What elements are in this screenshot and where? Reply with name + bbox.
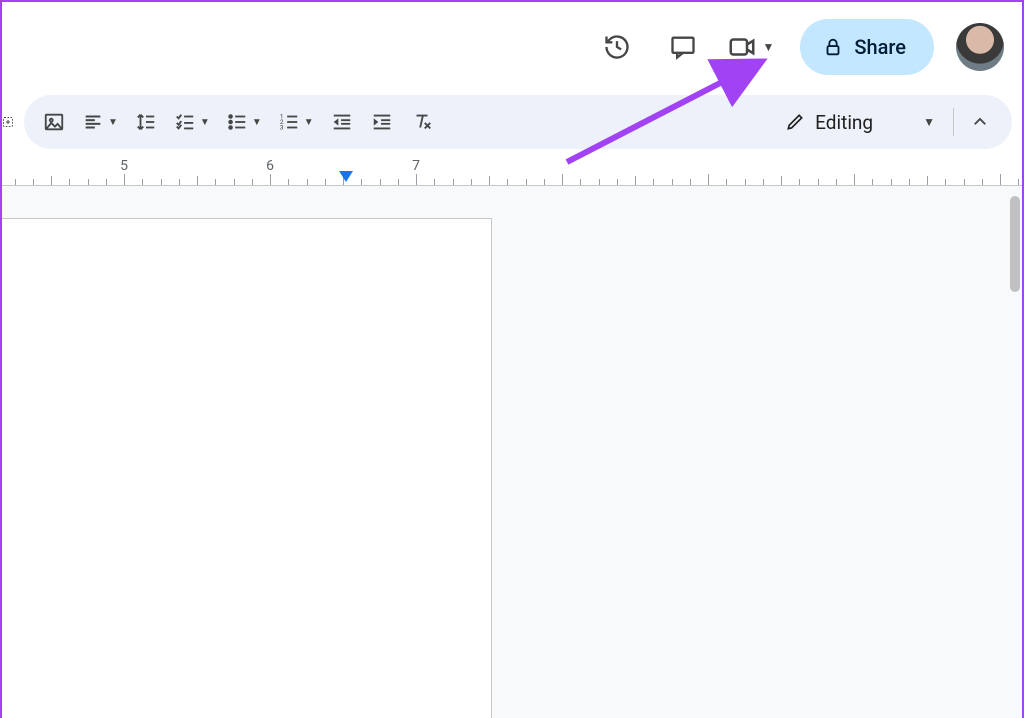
numbered-list-icon: 1 2 3 — [278, 111, 300, 133]
titlebar: ▼ Share — [2, 2, 1022, 92]
lock-icon — [822, 36, 844, 58]
video-camera-icon — [727, 32, 757, 62]
caret-down-icon: ▼ — [923, 115, 935, 129]
caret-down-icon: ▼ — [304, 117, 314, 128]
clear-formatting-icon — [411, 111, 433, 133]
toolbar-row: ▼ ▼ ▼ 1 — [2, 92, 1022, 152]
comments-button[interactable] — [661, 25, 705, 69]
collapse-toolbar-button[interactable] — [962, 104, 998, 140]
bulleted-list-icon — [226, 111, 248, 133]
document-page[interactable] — [2, 218, 492, 718]
chevron-up-icon — [971, 113, 989, 131]
checklist-button[interactable]: ▼ — [170, 104, 214, 140]
vertical-scrollbar-thumb[interactable] — [1010, 196, 1020, 292]
insert-break-button[interactable] — [2, 104, 14, 140]
editing-mode-button[interactable]: Editing ▼ — [771, 102, 945, 142]
version-history-button[interactable] — [595, 25, 639, 69]
document-canvas[interactable] — [2, 186, 1022, 718]
checklist-icon — [174, 111, 196, 133]
meet-button[interactable]: ▼ — [727, 32, 779, 62]
account-avatar[interactable] — [956, 23, 1004, 71]
plus-icon — [2, 110, 14, 134]
svg-text:3: 3 — [280, 123, 284, 131]
increase-indent-icon — [371, 111, 393, 133]
bulleted-list-button[interactable]: ▼ — [222, 104, 266, 140]
decrease-indent-button[interactable] — [326, 104, 358, 140]
align-left-icon — [82, 111, 104, 133]
ruler-number: 7 — [412, 158, 420, 174]
line-spacing-button[interactable] — [130, 104, 162, 140]
history-icon — [603, 33, 631, 61]
increase-indent-button[interactable] — [366, 104, 398, 140]
caret-down-icon: ▼ — [759, 36, 779, 58]
caret-down-icon: ▼ — [200, 117, 210, 128]
caret-down-icon: ▼ — [252, 117, 262, 128]
share-button-label: Share — [854, 35, 906, 59]
insert-image-icon — [43, 111, 65, 133]
insert-image-button[interactable] — [38, 104, 70, 140]
ruler-number: 5 — [120, 158, 128, 174]
pencil-icon — [785, 112, 805, 132]
caret-down-icon: ▼ — [108, 117, 118, 128]
chat-bubble-icon — [669, 33, 697, 61]
clear-formatting-button[interactable] — [406, 104, 438, 140]
right-margin-marker[interactable] — [339, 171, 353, 182]
decrease-indent-icon — [331, 111, 353, 133]
toolbar: ▼ ▼ ▼ 1 — [24, 95, 1012, 149]
align-button[interactable]: ▼ — [78, 104, 122, 140]
ruler-number: 6 — [266, 158, 274, 174]
share-button[interactable]: Share — [800, 19, 934, 75]
editing-mode-label: Editing — [815, 111, 873, 134]
numbered-list-button[interactable]: 1 2 3 ▼ — [274, 104, 318, 140]
toolbar-divider — [953, 108, 954, 136]
line-spacing-icon — [135, 111, 157, 133]
horizontal-ruler[interactable]: 5 6 7 — [2, 158, 1022, 186]
